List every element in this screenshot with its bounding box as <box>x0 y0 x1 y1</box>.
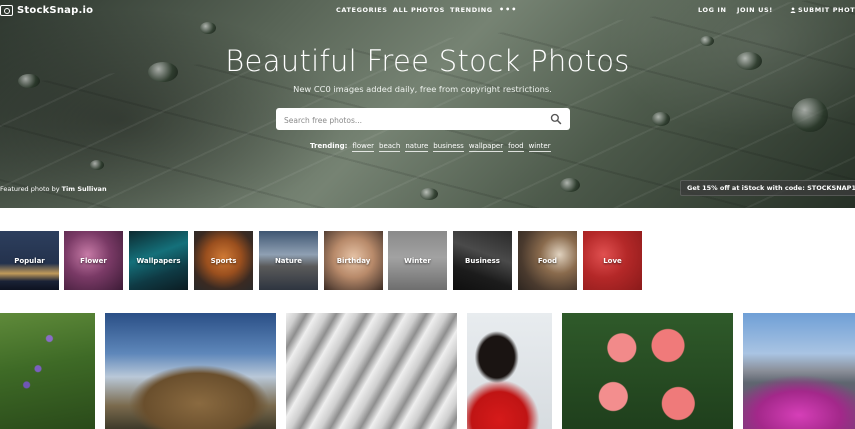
photo-pink-lilies[interactable] <box>562 313 733 429</box>
photo-lavender[interactable] <box>0 313 95 429</box>
brand-name: StockSnap.io <box>17 4 94 16</box>
search-input[interactable] <box>276 109 531 132</box>
category-winter[interactable]: Winter <box>388 231 447 290</box>
promo-button[interactable]: Get 15% off at iStock with code: STOCKSN… <box>680 180 855 196</box>
hero-subtitle: New CC0 images added daily, free from co… <box>293 84 552 94</box>
category-nature[interactable]: Nature <box>259 231 318 290</box>
category-food[interactable]: Food <box>518 231 577 290</box>
category-label: Nature <box>274 256 303 265</box>
category-label: Love <box>603 256 622 265</box>
hero-title: Beautiful Free Stock Photos <box>225 44 630 78</box>
featured-credit: Featured photo by Tim Sullivan <box>0 185 107 193</box>
nav-more-menu[interactable]: ••• <box>499 5 517 15</box>
nav-all-photos[interactable]: ALL PHOTOS <box>393 5 445 15</box>
trending-tag[interactable]: food <box>508 142 524 152</box>
trending-tags: Trending: flower beach nature business w… <box>310 142 551 152</box>
featured-author-link[interactable]: Tim Sullivan <box>62 185 107 193</box>
nav-trending[interactable]: TRENDING <box>450 5 493 15</box>
category-love[interactable]: Love <box>583 231 642 290</box>
nav-categories[interactable]: CATEGORIES <box>336 5 388 15</box>
category-label: Wallpapers <box>136 256 181 265</box>
photo-rock-sky[interactable] <box>105 313 276 429</box>
category-label: Popular <box>14 256 45 265</box>
category-birthday[interactable]: Birthday <box>324 231 383 290</box>
category-label: Winter <box>404 256 431 265</box>
trending-tag[interactable]: wallpaper <box>468 142 504 152</box>
category-wallpapers[interactable]: Wallpapers <box>129 231 188 290</box>
trending-tag[interactable]: business <box>433 142 464 152</box>
droplet-decoration <box>200 22 216 34</box>
category-sports[interactable]: Sports <box>194 231 253 290</box>
trending-tag[interactable]: beach <box>379 142 401 152</box>
category-label: Food <box>537 256 558 265</box>
trending-tag[interactable]: flower <box>352 142 375 152</box>
hero-banner: StockSnap.io CATEGORIES ALL PHOTOS TREND… <box>0 0 855 208</box>
trending-tag[interactable]: winter <box>528 142 551 152</box>
trending-label: Trending: <box>310 142 348 150</box>
user-icon <box>790 7 796 13</box>
photo-metal-arches[interactable] <box>286 313 457 429</box>
category-label: Flower <box>80 256 107 265</box>
nav-login[interactable]: LOG IN <box>698 5 727 15</box>
camera-logo-icon <box>0 4 13 16</box>
category-label: Birthday <box>336 256 371 265</box>
droplet-decoration <box>90 160 104 170</box>
search-icon[interactable] <box>550 113 562 125</box>
category-flower[interactable]: Flower <box>64 231 123 290</box>
category-label: Sports <box>210 256 237 265</box>
photo-woman-red[interactable] <box>467 313 552 429</box>
trending-tag[interactable]: nature <box>405 142 429 152</box>
category-business[interactable]: Business <box>453 231 512 290</box>
search-box <box>276 108 570 132</box>
droplet-decoration <box>652 112 670 126</box>
brand-logo[interactable]: StockSnap.io <box>0 3 93 17</box>
nav-submit-photos[interactable]: SUBMIT PHOTOS <box>790 5 855 15</box>
category-label: Business <box>465 256 500 265</box>
top-nav: StockSnap.io CATEGORIES ALL PHOTOS TREND… <box>0 0 855 20</box>
photo-magenta-flowers[interactable] <box>743 313 855 429</box>
droplet-decoration <box>792 98 828 132</box>
submit-photos-label: SUBMIT PHOTOS <box>798 6 855 14</box>
droplet-decoration <box>420 188 438 200</box>
category-popular[interactable]: Popular <box>0 231 59 290</box>
featured-prefix: Featured photo by <box>0 185 60 193</box>
nav-join[interactable]: JOIN US! <box>737 5 773 15</box>
droplet-decoration <box>560 178 580 192</box>
